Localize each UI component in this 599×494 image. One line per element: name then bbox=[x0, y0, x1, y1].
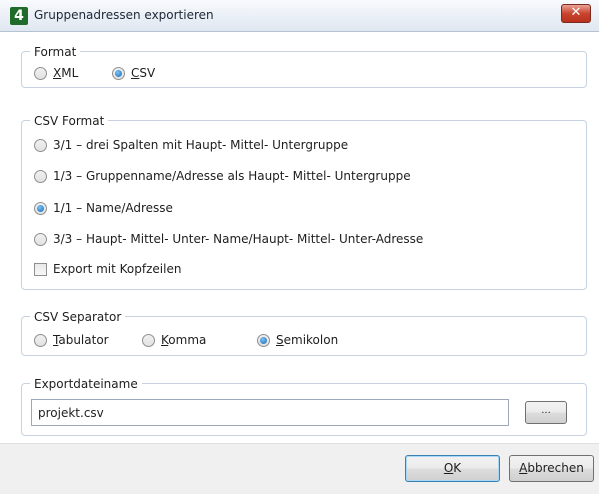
radio-tabulator[interactable] bbox=[34, 333, 47, 347]
separator-option-tabulator[interactable]: Tabulator bbox=[34, 333, 109, 347]
csv-format-legend: CSV Format bbox=[30, 113, 109, 129]
separator-option-semikolon[interactable]: Semikolon bbox=[257, 333, 338, 347]
csv-format-option-1-3[interactable]: 1/3 – Gruppenname/Adresse als Haupt- Mit… bbox=[34, 169, 411, 183]
csv-format-option-1-1[interactable]: 1/1 – Name/Adresse bbox=[34, 201, 173, 215]
format-group: Format bbox=[21, 44, 587, 88]
radio-3-1[interactable] bbox=[34, 138, 47, 152]
browse-button[interactable]: ... bbox=[525, 401, 567, 424]
ok-button[interactable]: OK bbox=[405, 455, 500, 482]
app-icon: 4 bbox=[10, 7, 28, 25]
separator-option-tabulator-label: Tabulator bbox=[53, 333, 109, 347]
format-option-xml-label: XML bbox=[53, 66, 79, 80]
close-button[interactable]: ✕ bbox=[561, 4, 591, 23]
separator-option-komma[interactable]: Komma bbox=[142, 333, 206, 347]
separator-option-komma-label: Komma bbox=[161, 333, 207, 347]
csv-separator-legend: CSV Separator bbox=[30, 309, 126, 325]
radio-semikolon[interactable] bbox=[257, 333, 270, 347]
csv-format-option-1-1-label: 1/1 – Name/Adresse bbox=[53, 201, 173, 215]
export-filename-legend: Exportdateiname bbox=[30, 376, 142, 392]
ok-button-label: OK bbox=[443, 461, 462, 475]
cancel-button[interactable]: Abbrechen bbox=[509, 455, 594, 482]
close-icon: ✕ bbox=[570, 5, 582, 20]
radio-csv[interactable] bbox=[112, 66, 125, 80]
csv-format-option-3-1-label: 3/1 – drei Spalten mit Haupt- Mittel- Un… bbox=[53, 138, 349, 152]
separator-option-semikolon-label: Semikolon bbox=[276, 333, 339, 347]
radio-xml[interactable] bbox=[34, 66, 47, 80]
export-filename-input[interactable] bbox=[31, 399, 509, 426]
export-headers-label: Export mit Kopfzeilen bbox=[53, 262, 182, 276]
radio-1-1[interactable] bbox=[34, 201, 47, 215]
format-option-csv[interactable]: CSV bbox=[112, 66, 155, 80]
csv-format-option-3-3-label: 3/3 – Haupt- Mittel- Unter- Name/Haupt- … bbox=[53, 232, 424, 246]
radio-3-3[interactable] bbox=[34, 232, 47, 246]
export-headers-checkbox[interactable] bbox=[34, 262, 47, 276]
title-bar: 4 Gruppenadressen exportieren ✕ bbox=[0, 0, 599, 32]
radio-komma[interactable] bbox=[142, 333, 155, 347]
cancel-button-label: Abbrechen bbox=[519, 461, 584, 475]
format-option-csv-label: CSV bbox=[131, 66, 156, 80]
csv-format-option-3-1[interactable]: 3/1 – drei Spalten mit Haupt- Mittel- Un… bbox=[34, 138, 348, 152]
csv-format-option-1-3-label: 1/3 – Gruppenname/Adresse als Haupt- Mit… bbox=[53, 169, 411, 183]
format-legend: Format bbox=[30, 44, 81, 60]
csv-format-option-3-3[interactable]: 3/3 – Haupt- Mittel- Unter- Name/Haupt- … bbox=[34, 232, 423, 246]
export-headers-checkbox-row[interactable]: Export mit Kopfzeilen bbox=[34, 262, 181, 276]
window-title: Gruppenadressen exportieren bbox=[34, 8, 214, 22]
radio-1-3[interactable] bbox=[34, 169, 47, 183]
format-option-xml[interactable]: XML bbox=[34, 66, 78, 80]
